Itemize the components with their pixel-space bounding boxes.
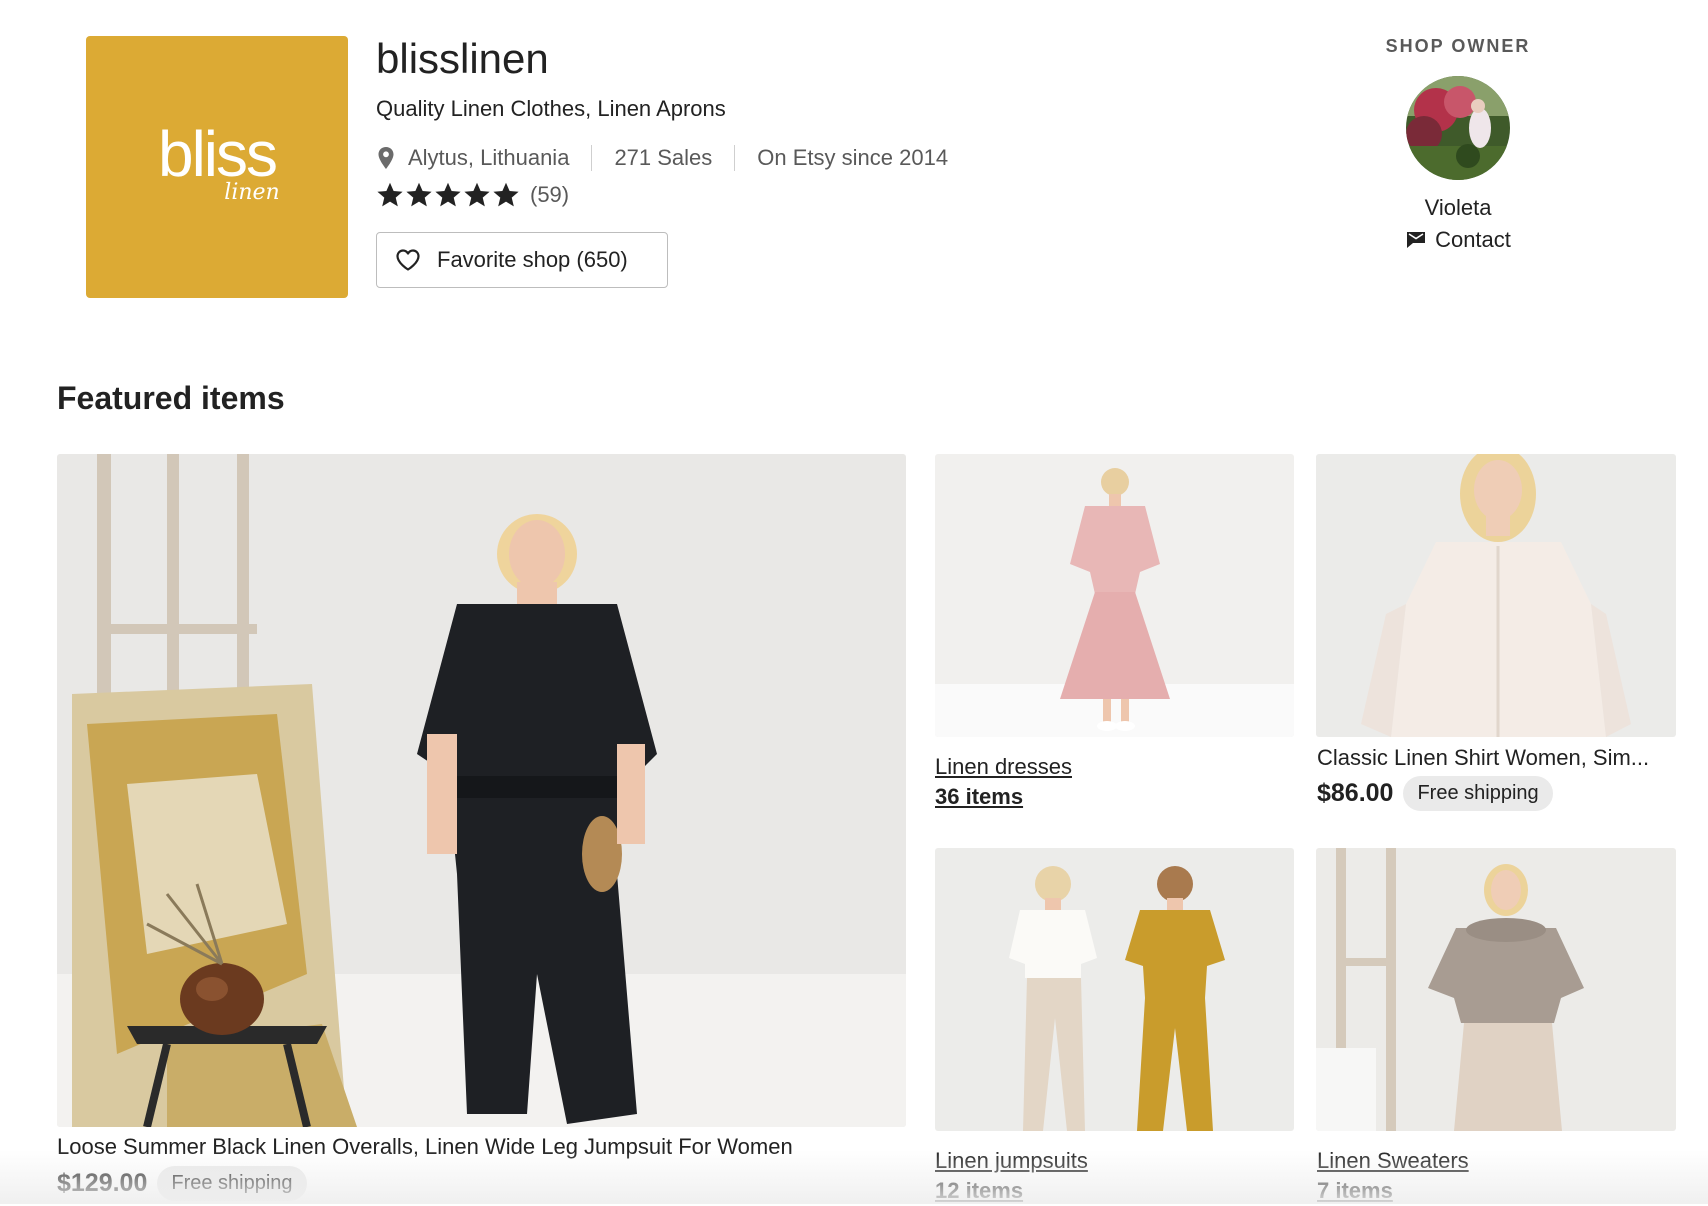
star-icon <box>493 182 519 207</box>
favorite-shop-label: Favorite shop (650) <box>437 247 628 272</box>
star-icon <box>377 182 403 207</box>
shop-owner: SHOP OWNER Violeta Contact <box>1330 34 1586 256</box>
shop-rating[interactable]: (59) <box>376 178 569 212</box>
owner-name[interactable]: Violeta <box>1330 194 1586 222</box>
dress-photo <box>935 454 1294 737</box>
message-icon <box>1407 232 1426 248</box>
section-image-linen-jumpsuits[interactable] <box>935 848 1294 1131</box>
avatar-photo <box>1406 76 1510 180</box>
section-image-linen-dresses[interactable] <box>935 454 1294 737</box>
shop-meta: Alytus, Lithuania 271 Sales On Etsy sinc… <box>376 142 948 174</box>
owner-avatar[interactable] <box>1406 76 1510 180</box>
heart-icon <box>396 249 420 271</box>
sweater-photo <box>1316 848 1676 1131</box>
meta-divider <box>734 145 736 171</box>
main-listing-image[interactable] <box>57 454 906 1127</box>
owner-heading: SHOP OWNER <box>1385 36 1531 56</box>
favorite-shop-button[interactable]: Favorite shop (650) <box>376 232 668 288</box>
jumpsuits-photo <box>935 848 1294 1131</box>
shop-since: On Etsy since 2014 <box>757 145 949 170</box>
star-icon <box>435 182 461 207</box>
shop-sales[interactable]: 271 Sales <box>614 145 712 171</box>
shirt-listing-price-row: $86.00 Free shipping <box>1317 776 1553 811</box>
contact-button[interactable]: Contact <box>1405 226 1511 254</box>
main-listing-price: $129.00 <box>57 1169 148 1197</box>
meta-divider <box>591 145 593 171</box>
main-listing-title[interactable]: Loose Summer Black Linen Overalls, Linen… <box>57 1132 906 1162</box>
star-icon <box>406 182 432 207</box>
shirt-listing-image[interactable] <box>1316 454 1676 737</box>
free-shipping-badge: Free shipping <box>157 1166 307 1201</box>
logo-subtitle: linen <box>224 180 280 205</box>
free-shipping-badge: Free shipping <box>1403 776 1553 811</box>
section-link-linen-sweaters[interactable]: Linen Sweaters <box>1317 1146 1469 1176</box>
shirt-listing-title[interactable]: Classic Linen Shirt Women, Sim... <box>1317 743 1677 773</box>
section-link-linen-dresses[interactable]: Linen dresses <box>935 752 1072 782</box>
shirt-listing-price: $86.00 <box>1317 779 1394 807</box>
main-listing-price-row: $129.00 Free shipping <box>57 1166 307 1201</box>
section-link-linen-jumpsuits[interactable]: Linen jumpsuits <box>935 1146 1088 1176</box>
shirt-photo <box>1316 454 1676 737</box>
section-image-linen-sweaters[interactable] <box>1316 848 1676 1131</box>
contact-label: Contact <box>1435 227 1511 252</box>
review-count[interactable]: (59) <box>530 182 569 208</box>
map-pin-icon <box>378 147 394 169</box>
section-count-linen-jumpsuits[interactable]: 12 items <box>935 1176 1023 1206</box>
shop-location: Alytus, Lithuania <box>408 145 570 170</box>
shop-tagline: Quality Linen Clothes, Linen Aprons <box>376 96 726 121</box>
star-icon <box>464 182 490 207</box>
shop-name: blisslinen <box>376 35 549 82</box>
section-count-linen-dresses[interactable]: 36 items <box>935 782 1023 812</box>
section-count-linen-sweaters[interactable]: 7 items <box>1317 1176 1393 1206</box>
featured-heading: Featured items <box>57 380 285 416</box>
logo-wordmark: bliss <box>157 118 278 190</box>
shop-logo[interactable]: bliss linen <box>86 36 348 298</box>
jumpsuit-photo <box>57 454 906 1127</box>
star-rating <box>376 181 520 209</box>
